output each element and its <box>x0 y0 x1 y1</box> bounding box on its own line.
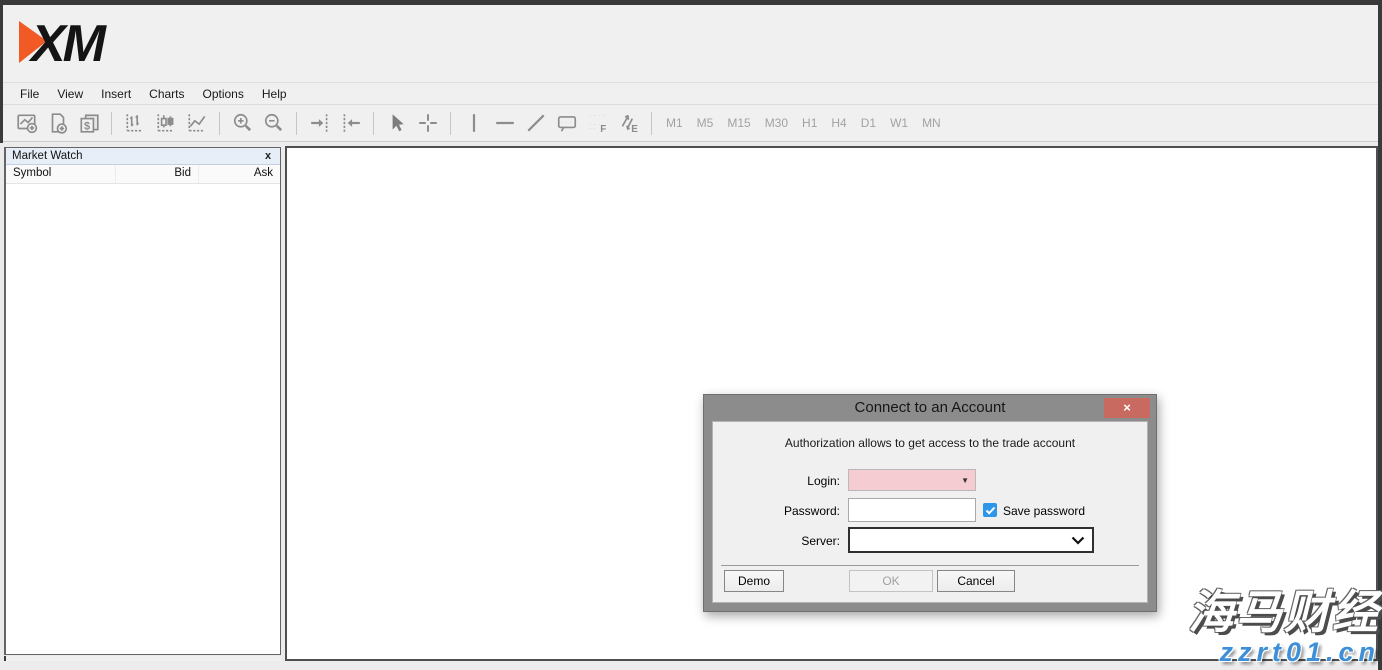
toolbar-separator <box>373 112 374 135</box>
toolbar: $ <box>3 105 1378 142</box>
market-watch-title: Market Watch <box>12 150 262 162</box>
timeframe-d1[interactable]: D1 <box>861 116 876 130</box>
timeframe-h1[interactable]: H1 <box>802 116 817 130</box>
column-header-bid[interactable]: Bid <box>116 165 199 183</box>
cancel-button[interactable]: Cancel <box>937 570 1015 592</box>
toolbar-separator <box>111 112 112 135</box>
application-window: XM File View Insert Charts Options Help <box>0 0 1382 670</box>
shapes-icon: E <box>618 112 640 134</box>
dialog-separator <box>721 565 1139 566</box>
timeframe-m5[interactable]: M5 <box>697 116 714 130</box>
login-label: Login: <box>713 474 840 488</box>
new-profile-button[interactable] <box>44 110 71 137</box>
cursor-button[interactable] <box>383 110 410 137</box>
dialog-titlebar[interactable]: Connect to an Account × <box>704 395 1156 421</box>
crosshair-button[interactable] <box>414 110 441 137</box>
password-label: Password: <box>713 504 840 518</box>
dialog-subtitle: Authorization allows to get access to th… <box>713 436 1147 450</box>
market-watch-body <box>6 184 280 654</box>
text-balloon-icon <box>556 112 578 134</box>
save-password-label: Save password <box>1003 504 1085 518</box>
dialog-close-button[interactable]: × <box>1104 398 1150 418</box>
text-label-tool-button[interactable] <box>553 110 580 137</box>
cursor-icon <box>386 112 408 134</box>
zoom-out-icon <box>263 112 285 134</box>
server-chevron-down-icon[interactable] <box>1071 536 1085 545</box>
svg-text:$: $ <box>84 121 90 133</box>
svg-text:E: E <box>631 124 638 134</box>
svg-text:F: F <box>600 124 606 134</box>
save-password-checkbox[interactable] <box>983 503 997 517</box>
bar-chart-mode-button[interactable] <box>121 110 148 137</box>
menu-insert[interactable]: Insert <box>92 83 140 105</box>
market-watch-header: Symbol Bid Ask <box>6 165 280 184</box>
candlestick-mode-button[interactable] <box>152 110 179 137</box>
zoom-out-button[interactable] <box>260 110 287 137</box>
menu-file[interactable]: File <box>11 83 48 105</box>
password-input[interactable] <box>848 498 976 522</box>
horizontal-line-tool-button[interactable] <box>491 110 518 137</box>
auto-scroll-icon <box>309 112 331 134</box>
dialog-body: Authorization allows to get access to th… <box>712 421 1148 603</box>
demo-button[interactable]: Demo <box>724 570 784 592</box>
column-header-ask[interactable]: Ask <box>199 165 280 183</box>
zoom-in-button[interactable] <box>229 110 256 137</box>
timeframe-m1[interactable]: M1 <box>666 116 683 130</box>
line-chart-mode-button[interactable] <box>183 110 210 137</box>
new-chart-icon <box>16 112 38 134</box>
menu-help[interactable]: Help <box>253 83 296 105</box>
zoom-in-icon <box>232 112 254 134</box>
new-page-icon <box>47 112 69 134</box>
chart-shift-button[interactable] <box>337 110 364 137</box>
check-icon <box>985 505 996 516</box>
market-watch-titlebar: Market Watch x <box>6 148 280 165</box>
timeframe-m30[interactable]: M30 <box>765 116 788 130</box>
accounts-button[interactable]: $ <box>75 110 102 137</box>
xm-logo-text: XM <box>28 15 108 70</box>
auto-scroll-button[interactable] <box>306 110 333 137</box>
xm-logo: XM <box>17 14 137 70</box>
trendline-tool-button[interactable] <box>522 110 549 137</box>
login-dropdown-arrow-icon[interactable]: ▼ <box>961 476 969 485</box>
shapes-tool-button[interactable]: E <box>615 110 642 137</box>
market-watch-close-icon[interactable]: x <box>262 150 274 162</box>
dialog-title: Connect to an Account <box>704 395 1156 420</box>
chart-shift-icon <box>340 112 362 134</box>
timeframe-mn[interactable]: MN <box>922 116 941 130</box>
connect-account-dialog: Connect to an Account × Authorization al… <box>703 394 1157 612</box>
window-bottom-strip <box>0 661 1382 670</box>
trendline-icon <box>525 112 547 134</box>
toolbar-separator <box>296 112 297 135</box>
toolbar-separator <box>450 112 451 135</box>
menu-bar: File View Insert Charts Options Help <box>3 83 1378 105</box>
ok-button[interactable]: OK <box>849 570 933 592</box>
vertical-line-icon <box>463 112 485 134</box>
line-chart-icon <box>186 112 208 134</box>
menu-charts[interactable]: Charts <box>140 83 193 105</box>
menu-options[interactable]: Options <box>194 83 253 105</box>
menu-view[interactable]: View <box>48 83 92 105</box>
dollar-pages-icon: $ <box>78 112 100 134</box>
server-label: Server: <box>713 534 840 548</box>
horizontal-line-icon <box>494 112 516 134</box>
vertical-line-tool-button[interactable] <box>460 110 487 137</box>
new-chart-button[interactable] <box>13 110 40 137</box>
server-dropdown[interactable] <box>848 527 1094 553</box>
window-right-border <box>1378 0 1382 670</box>
fibonacci-tool-button[interactable]: F <box>584 110 611 137</box>
timeframe-w1[interactable]: W1 <box>890 116 908 130</box>
column-header-symbol[interactable]: Symbol <box>6 165 116 183</box>
brand-banner: XM <box>3 5 1378 83</box>
fibonacci-icon: F <box>587 112 609 134</box>
bar-chart-icon <box>124 112 146 134</box>
market-watch-panel: Market Watch x Symbol Bid Ask <box>4 147 281 655</box>
window-chrome: XM File View Insert Charts Options Help <box>0 5 1378 143</box>
timeframe-h4[interactable]: H4 <box>831 116 846 130</box>
crosshair-icon <box>417 112 439 134</box>
timeframe-m15[interactable]: M15 <box>727 116 750 130</box>
toolbar-separator <box>651 112 652 135</box>
login-combobox[interactable]: ▼ <box>848 469 976 491</box>
candlestick-icon <box>155 112 177 134</box>
toolbar-separator <box>219 112 220 135</box>
